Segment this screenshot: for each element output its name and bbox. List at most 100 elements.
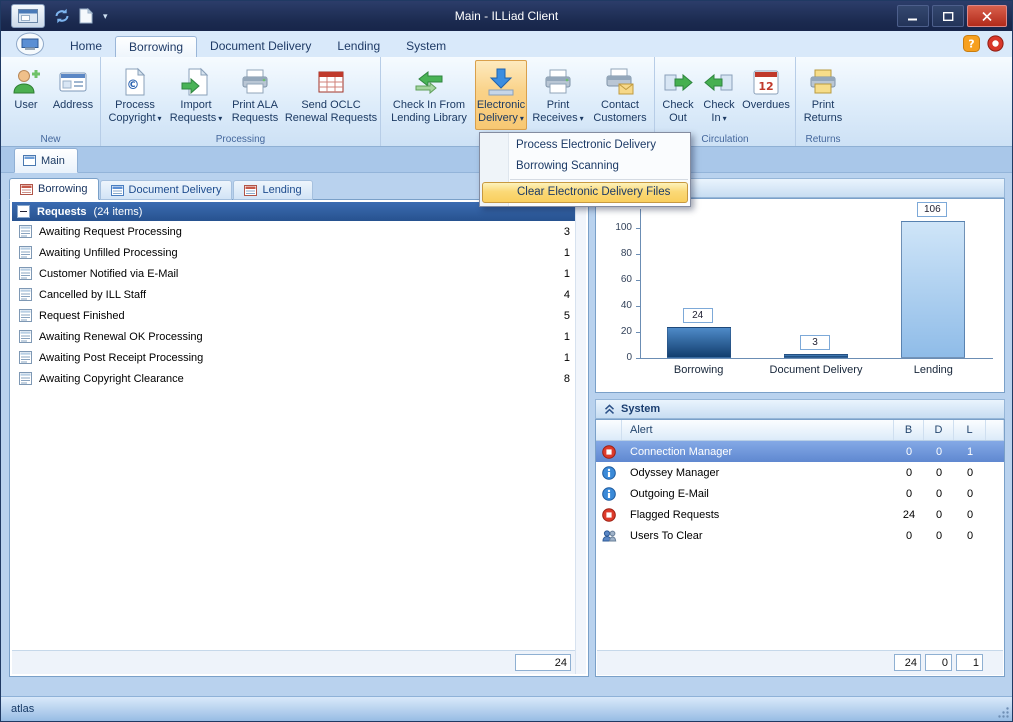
chart-ytick-label: 0 [596,352,632,363]
requests-total: 24 [515,654,571,671]
maximize-button[interactable] [932,5,964,27]
system-alerts-panel: Alert B D L Connection Manager 0 0 1 Ody… [595,419,1005,677]
ribbon-group-new: User Address New [1,57,101,146]
request-row[interactable]: Awaiting Renewal OK Processing 1 [12,326,575,347]
request-row[interactable]: Awaiting Unfilled Processing 1 [12,242,575,263]
chart-ytick-label: 80 [596,248,632,259]
qat-dropdown-caret-icon[interactable]: ▾ [101,11,108,22]
request-grid-icon [19,288,32,301]
request-grid-icon [19,309,32,322]
vertical-scrollbar[interactable] [575,202,586,674]
dropdown-caret-icon: ▾ [156,114,162,123]
panel-tab-borrowing[interactable]: Borrowing [9,178,99,200]
info-icon [596,462,622,483]
chart-category-label: Lending [875,364,992,376]
tab-main[interactable]: Main [14,148,78,173]
panel-tab-lending[interactable]: Lending [233,180,312,200]
print-returns-button[interactable]: Print Returns [799,60,847,130]
alerts-total-l: 1 [956,654,983,671]
tab-home[interactable]: Home [57,36,115,57]
electronic-delivery-download-icon [486,65,516,99]
request-row[interactable]: Awaiting Copyright Clearance 8 [12,368,575,389]
resize-grip[interactable] [997,706,1010,719]
panel-tab-document-delivery[interactable]: Document Delivery [100,180,233,200]
check-out-button[interactable]: Check Out [658,60,698,130]
printer-icon [543,65,573,99]
help-icon[interactable]: ? [963,35,980,52]
alert-row-flagged-requests[interactable]: Flagged Requests 24 0 0 [596,504,1004,525]
user-button[interactable]: User [4,60,48,130]
app-icon-button[interactable] [11,4,45,28]
stop-icon [596,441,622,462]
overdues-button[interactable]: 12 Overdues [740,60,792,130]
request-row[interactable]: Awaiting Request Processing 3 [12,221,575,242]
request-row[interactable]: Customer Notified via E-Mail 1 [12,263,575,284]
illiad-app-logo-icon[interactable] [15,32,45,56]
dropdown-caret-icon: ▾ [721,114,727,123]
import-requests-button[interactable]: Import Requests▾ [167,60,225,130]
quick-access-toolbar: ▾ [1,4,108,28]
check-in-from-lending-button[interactable]: Check In From Lending Library [384,60,474,130]
app-window-icon [18,9,38,23]
column-header-d[interactable]: D [924,420,954,440]
info-icon [596,483,622,504]
request-row[interactable]: Awaiting Post Receipt Processing 1 [12,347,575,368]
alert-row-users-to-clear[interactable]: Users To Clear 0 0 0 [596,525,1004,546]
requests-header-title: Requests [37,206,87,218]
users-icon [596,525,622,546]
main-window-icon [23,154,36,167]
tab-borrowing[interactable]: Borrowing [115,36,197,57]
new-document-icon[interactable] [79,8,93,24]
send-oclc-renewal-button[interactable]: Send OCLC Renewal Requests [285,60,377,130]
menu-item-borrowing-scanning[interactable]: Borrowing Scanning [480,156,690,177]
menu-item-process-electronic-delivery[interactable]: Process Electronic Delivery [480,135,690,156]
address-button[interactable]: Address [49,60,97,130]
tab-lending[interactable]: Lending [324,36,393,57]
tab-document-delivery[interactable]: Document Delivery [197,36,324,57]
electronic-delivery-button[interactable]: Electronic Delivery▾ [475,60,527,130]
copyright-document-icon: © [120,65,150,99]
status-username: atlas [11,703,34,715]
connection-status-icon[interactable] [987,35,1004,52]
tab-system[interactable]: System [393,36,459,57]
request-grid-icon [19,372,32,385]
group-label-returns: Returns [796,134,850,145]
refresh-sync-icon[interactable] [53,8,71,24]
lending-tab-icon [244,184,257,197]
process-copyright-button[interactable]: © Process Copyright▾ [104,60,166,130]
alert-row-connection-manager[interactable]: Connection Manager 0 0 1 [596,441,1004,462]
column-header-alert[interactable]: Alert [622,420,894,440]
alert-row-odyssey-manager[interactable]: Odyssey Manager 0 0 0 [596,462,1004,483]
close-button[interactable] [967,5,1007,27]
alerts-total-b: 24 [894,654,921,671]
collapse-minus-icon[interactable] [17,205,30,218]
document-delivery-tab-icon [111,184,124,197]
window-title: Main - ILLiad Client [1,9,1012,23]
menu-item-clear-electronic-delivery-files[interactable]: Clear Electronic Delivery Files [482,182,688,203]
printer-icon [240,65,270,99]
collapse-chevrons-icon [604,404,615,415]
contact-envelope-printer-icon [605,65,635,99]
requests-rows: Awaiting Request Processing 3 Awaiting U… [12,221,575,389]
contact-customers-button[interactable]: Contact Customers [589,60,651,130]
check-in-button[interactable]: Check In▾ [699,60,739,130]
group-label-processing: Processing [101,134,380,145]
oclc-grid-icon [316,65,346,99]
request-row[interactable]: Request Finished 5 [12,305,575,326]
exchange-arrows-icon [414,65,444,99]
minimize-button[interactable] [897,5,929,27]
illiad-client-window: ▾ Main - ILLiad Client Home Borrowing Do… [0,0,1013,722]
request-row[interactable]: Cancelled by ILL Staff 4 [12,284,575,305]
requests-list-panel: Requests (24 items) Awaiting Request Pro… [9,199,589,677]
alert-row-outgoing-email[interactable]: Outgoing E-Mail 0 0 0 [596,483,1004,504]
print-ala-requests-button[interactable]: Print ALA Requests [226,60,284,130]
system-section-header[interactable]: System [595,399,1005,419]
dropdown-caret-icon: ▾ [518,114,524,123]
group-label-new: New [1,134,100,145]
check-out-arrow-icon [663,65,693,99]
column-header-l[interactable]: L [954,420,986,440]
svg-text:12: 12 [758,80,773,93]
chart-plot-area [640,209,993,359]
column-header-b[interactable]: B [894,420,924,440]
print-receives-button[interactable]: Print Receives▾ [528,60,588,130]
